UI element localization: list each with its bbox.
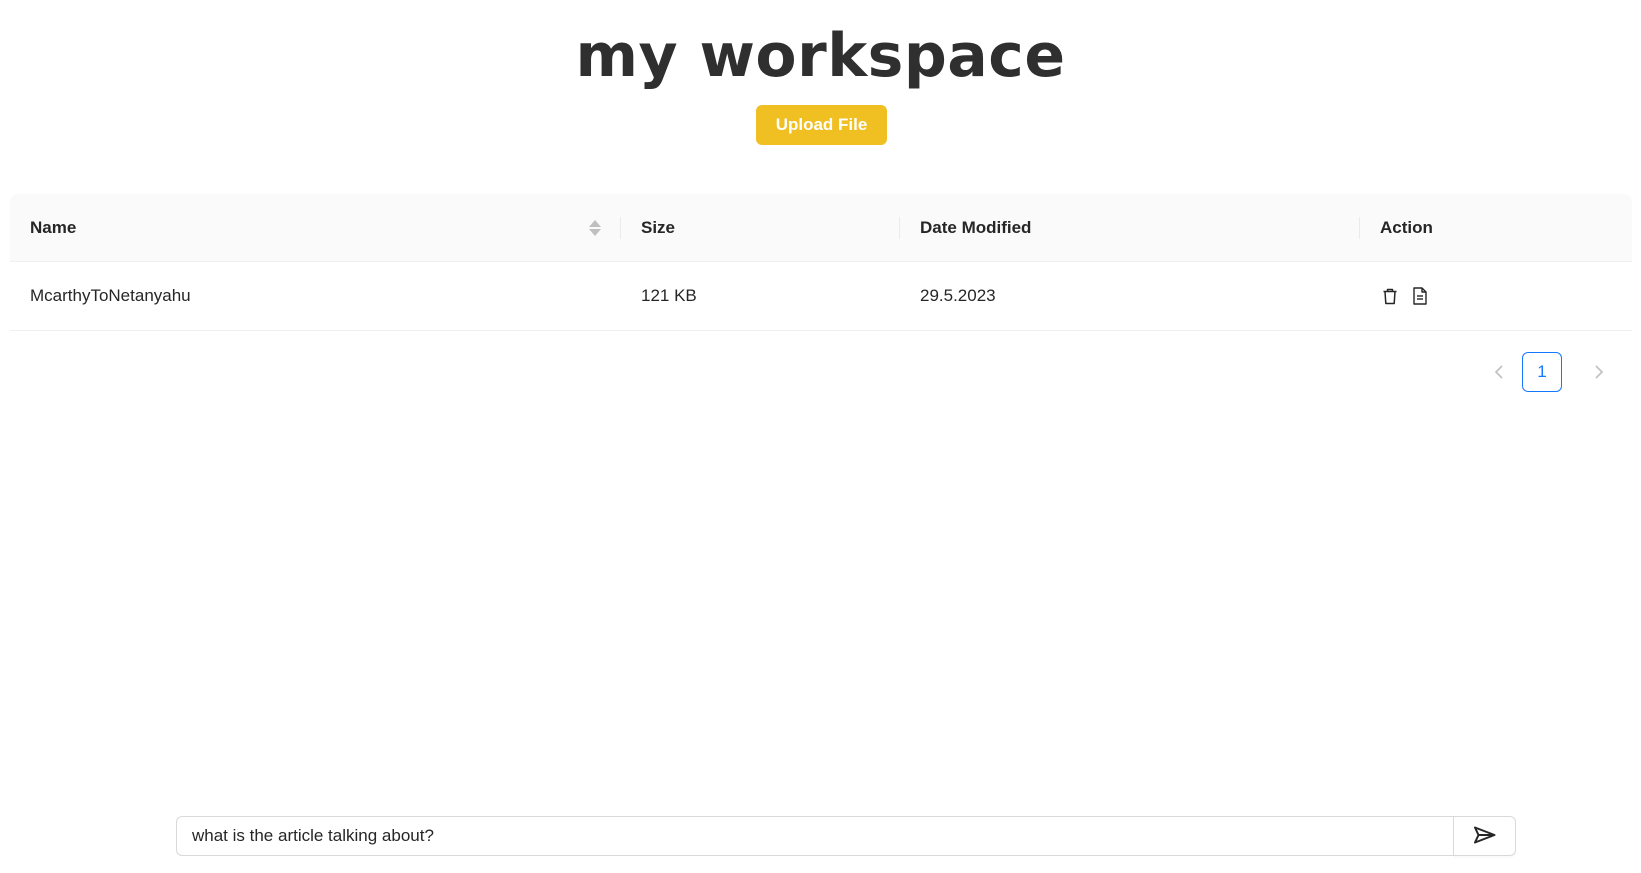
file-text-icon[interactable] bbox=[1410, 286, 1430, 306]
page-title: my workspace bbox=[575, 21, 1066, 91]
pagination: 1 bbox=[1441, 352, 1641, 392]
files-table: Name Size Date Modified Action McarthyTo… bbox=[10, 194, 1632, 331]
page: my workspace Upload File Name Size Date … bbox=[0, 0, 1641, 873]
table-row: McarthyToNetanyahu 121 KB 29.5.2023 bbox=[10, 262, 1632, 331]
table-header: Name Size Date Modified Action bbox=[10, 194, 1632, 262]
sort-ascend-icon bbox=[589, 219, 601, 227]
file-actions-cell bbox=[1360, 262, 1632, 330]
pagination-page-1[interactable]: 1 bbox=[1522, 352, 1562, 392]
sort-descend-icon bbox=[589, 228, 601, 236]
column-header-date: Date Modified bbox=[900, 194, 1360, 261]
upload-file-button[interactable]: Upload File bbox=[756, 105, 887, 145]
column-header-action: Action bbox=[1360, 194, 1632, 261]
file-name-cell: McarthyToNetanyahu bbox=[30, 286, 191, 305]
column-header-name-label: Name bbox=[30, 217, 77, 237]
chat-bar bbox=[176, 816, 1516, 856]
chevron-left-icon[interactable] bbox=[1489, 362, 1509, 382]
column-header-size: Size bbox=[621, 194, 900, 261]
file-date-cell: 29.5.2023 bbox=[920, 286, 996, 305]
column-header-action-label: Action bbox=[1380, 217, 1433, 237]
send-icon bbox=[1473, 826, 1496, 847]
column-header-name[interactable]: Name bbox=[10, 194, 621, 261]
question-input[interactable] bbox=[176, 816, 1453, 856]
column-header-size-label: Size bbox=[641, 217, 676, 237]
sort-icon[interactable] bbox=[589, 218, 601, 238]
send-button[interactable] bbox=[1453, 816, 1516, 856]
file-size-cell: 121 KB bbox=[641, 286, 697, 305]
column-header-date-label: Date Modified bbox=[920, 217, 1032, 237]
delete-icon[interactable] bbox=[1380, 286, 1400, 306]
chevron-right-icon[interactable] bbox=[1589, 362, 1609, 382]
